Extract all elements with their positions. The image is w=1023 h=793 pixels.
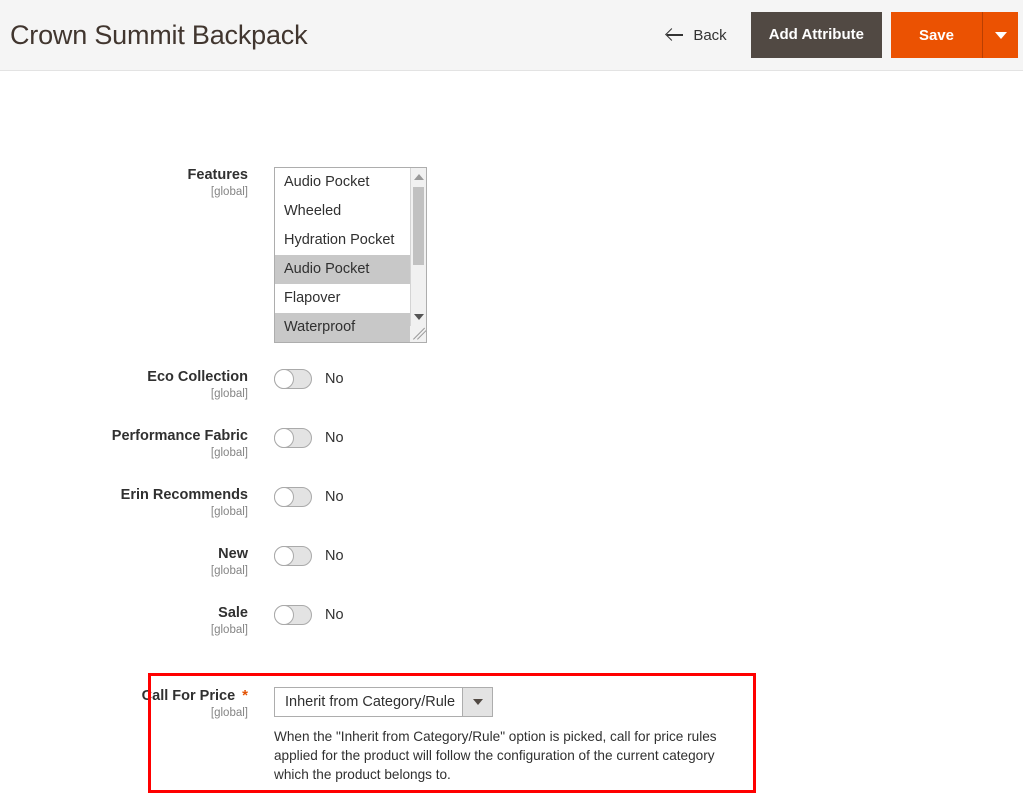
features-scrollbar[interactable] [410,168,426,342]
back-button-label: Back [693,26,727,44]
scroll-down-arrow-icon[interactable] [411,308,426,325]
erin-recommends-control-column: No [248,487,1023,507]
page-header: Crown Summit Backpack Back Add Attribute… [0,0,1023,71]
field-row-call-for-price: Call For Price * [global] Inherit from C… [0,667,1023,784]
save-button[interactable]: Save [890,12,982,58]
field-row-performance-fabric: Performance Fabric [global] No [0,428,1023,461]
product-attributes-form: Features [global] Audio Pocket Wheeled H… [0,167,1023,793]
new-toggle[interactable] [274,546,312,566]
features-option-list: Audio Pocket Wheeled Hydration Pocket Au… [275,168,412,342]
toggle-knob-icon [274,487,294,507]
sale-value: No [325,607,344,623]
erin-recommends-label: Erin Recommends [120,487,248,503]
field-row-features: Features [global] Audio Pocket Wheeled H… [0,167,1023,343]
performance-fabric-control-column: No [248,428,1023,448]
features-label: Features [187,167,248,183]
sale-label: Sale [218,605,248,621]
select-dropdown-button[interactable] [462,688,492,716]
performance-fabric-value: No [325,430,344,446]
call-for-price-note: When the "Inherit from Category/Rule" op… [274,729,717,782]
chevron-down-icon [472,699,483,705]
features-multiselect[interactable]: Audio Pocket Wheeled Hydration Pocket Au… [274,167,427,343]
call-for-price-label-column: Call For Price * [global] [0,687,248,721]
erin-recommends-value: No [325,489,344,505]
toggle-knob-icon [274,605,294,625]
list-item[interactable]: Audio Pocket [275,168,412,197]
back-button[interactable]: Back [657,21,736,50]
field-row-eco-collection: Eco Collection [global] No [0,369,1023,402]
new-label-column: New [global] [0,546,248,579]
eco-collection-label-column: Eco Collection [global] [0,369,248,402]
resize-grip-icon[interactable] [410,326,426,342]
save-options-toggle-button[interactable] [982,12,1018,58]
eco-collection-toggle[interactable] [274,369,312,389]
scroll-up-arrow-icon[interactable] [411,168,426,185]
save-split-button: Save [890,12,1018,58]
features-control-column: Audio Pocket Wheeled Hydration Pocket Au… [248,167,1023,343]
call-for-price-select[interactable]: Inherit from Category/Rule [274,687,493,717]
toggle-knob-icon [274,369,294,389]
list-item[interactable]: Audio Pocket [275,255,412,284]
list-item[interactable]: Waterproof [275,313,412,342]
sale-control-column: No [248,605,1023,625]
performance-fabric-label: Performance Fabric [111,428,248,444]
eco-collection-value: No [325,371,344,387]
call-for-price-control-column: Inherit from Category/Rule When the "Inh… [248,687,1023,784]
new-label: New [218,546,248,562]
page-title: Crown Summit Backpack [10,19,308,50]
new-value: No [325,548,344,564]
list-item[interactable]: Flapover [275,284,412,313]
call-for-price-scope: [global] [210,707,248,719]
chevron-down-icon [994,31,1007,39]
list-item[interactable]: Wheeled [275,197,412,226]
field-row-erin-recommends: Erin Recommends [global] No [0,487,1023,520]
performance-fabric-label-column: Performance Fabric [global] [0,428,248,461]
sale-toggle[interactable] [274,605,312,625]
field-row-sale: Sale [global] No [0,605,1023,638]
sale-label-column: Sale [global] [0,605,248,638]
features-scope: [global] [210,186,248,198]
erin-recommends-label-column: Erin Recommends [global] [0,487,248,520]
performance-fabric-toggle[interactable] [274,428,312,448]
list-item[interactable]: Hydration Pocket [275,226,412,255]
erin-recommends-toggle[interactable] [274,487,312,507]
eco-collection-scope: [global] [210,388,248,400]
new-control-column: No [248,546,1023,566]
call-for-price-selected-value: Inherit from Category/Rule [285,694,456,710]
toggle-knob-icon [274,546,294,566]
eco-collection-control-column: No [248,369,1023,389]
toggle-knob-icon [274,428,294,448]
features-label-column: Features [global] [0,167,248,200]
header-actions: Back Add Attribute Save [657,0,1023,70]
new-scope: [global] [210,565,248,577]
scrollbar-thumb[interactable] [413,187,424,265]
eco-collection-label: Eco Collection [147,369,248,385]
add-attribute-button[interactable]: Add Attribute [750,12,882,58]
field-row-new: New [global] No [0,546,1023,579]
arrow-left-icon [667,28,684,42]
sale-scope: [global] [210,624,248,636]
call-for-price-label: Call For Price [141,688,236,704]
erin-recommends-scope: [global] [210,506,248,518]
performance-fabric-scope: [global] [210,447,248,459]
